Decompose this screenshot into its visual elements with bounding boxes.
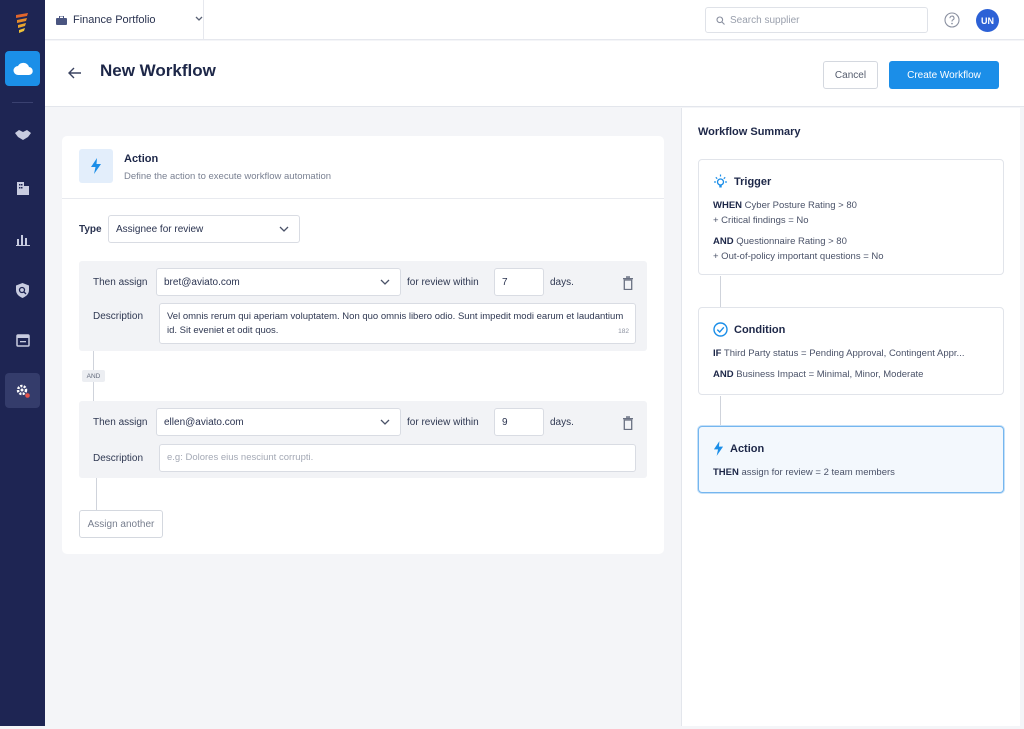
trigger-line-1: WHEN Cyber Posture Rating > 80 (713, 200, 857, 211)
review-within-label: for review within (407, 417, 479, 428)
condition-line-2: AND Business Impact = Minimal, Minor, Mo… (713, 369, 924, 380)
trigger-line-4: + Out-of-policy important questions = No (713, 251, 884, 262)
create-workflow-button[interactable]: Create Workflow (889, 61, 999, 89)
workflow-summary-panel: Workflow Summary Trigger WHEN Cyber Post… (681, 108, 1020, 726)
condition-heading: Condition (713, 322, 785, 337)
action-subtitle: Define the action to execute workflow au… (124, 171, 332, 182)
search-input[interactable] (730, 14, 910, 26)
portfolio-name: Finance Portfolio (73, 14, 156, 26)
assignee-value: ellen@aviato.com (164, 416, 244, 428)
page-header: New Workflow Cancel Create Workflow (45, 41, 1024, 107)
days-label: days. (550, 277, 574, 288)
sidebar-item-settings[interactable] (5, 373, 40, 408)
assign-another-button[interactable]: Assign another (79, 510, 163, 538)
chart-icon (15, 235, 30, 246)
sidebar-divider (12, 102, 33, 103)
cloud-icon (13, 62, 33, 75)
trigger-title: Trigger (734, 175, 772, 188)
back-arrow-icon[interactable] (67, 65, 83, 81)
trigger-heading: Trigger (713, 174, 771, 189)
search-box[interactable] (705, 7, 928, 33)
check-circle-icon (713, 322, 728, 337)
sidebar-item-analytics[interactable] (5, 222, 40, 257)
portfolio-selector[interactable]: Finance Portfolio (56, 0, 203, 40)
action-heading: Action (713, 441, 764, 456)
review-within-label: for review within (407, 277, 479, 288)
assign-connector (96, 478, 97, 510)
description-input[interactable]: e.g: Dolores eius nesciunt corrupti. (159, 444, 636, 472)
days-label: days. (550, 417, 574, 428)
type-label: Type (79, 224, 102, 235)
sidebar-item-cloud[interactable] (5, 51, 40, 86)
then-assign-label: Then assign (93, 277, 148, 288)
days-input[interactable]: 7 (494, 268, 544, 296)
days-input[interactable]: 9 (494, 408, 544, 436)
summary-condition-card[interactable]: Condition IF Third Party status = Pendin… (698, 307, 1004, 395)
handshake-icon (14, 129, 31, 140)
summary-trigger-card[interactable]: Trigger WHEN Cyber Posture Rating > 80 +… (698, 159, 1004, 275)
trigger-line-2: + Critical findings = No (713, 215, 809, 226)
search-icon (716, 15, 725, 25)
condition-line-1: IF Third Party status = Pending Approval… (713, 348, 965, 359)
trigger-line-3: AND Questionnaire Rating > 80 (713, 236, 847, 247)
action-summary-title: Action (730, 442, 765, 455)
lightning-icon (91, 158, 101, 174)
settings-icon (16, 384, 30, 398)
action-icon-box (79, 149, 113, 183)
and-connector-bottom (93, 382, 94, 401)
trash-icon[interactable] (622, 416, 634, 430)
summary-connector-1 (720, 276, 721, 307)
building-icon (16, 182, 29, 195)
chevron-down-icon (380, 279, 390, 285)
summary-connector-2 (720, 396, 721, 426)
and-connector-top (93, 351, 94, 370)
assignee-value: bret@aviato.com (164, 276, 240, 288)
action-card: Action Define the action to execute work… (62, 136, 664, 554)
sidebar-item-calendar[interactable] (5, 322, 40, 357)
calendar-icon (15, 333, 30, 347)
description-label: Description (93, 311, 144, 322)
description-placeholder: e.g: Dolores eius nesciunt corrupti. (167, 452, 314, 463)
action-card-header: Action Define the action to execute work… (62, 136, 664, 199)
user-avatar[interactable]: UN (976, 9, 999, 32)
assignee-select[interactable]: ellen@aviato.com (156, 408, 401, 436)
summary-title: Workflow Summary (698, 126, 801, 138)
top-bar: Finance Portfolio UN (45, 0, 1024, 40)
topbar-divider (203, 0, 204, 40)
condition-title: Condition (734, 323, 786, 336)
lightning-icon (713, 441, 724, 456)
action-title: Action (124, 153, 159, 165)
assignment-block-1: Then assign bret@aviato.com for review w… (79, 261, 647, 351)
page-title: New Workflow (100, 61, 216, 80)
cancel-button[interactable]: Cancel (823, 61, 878, 89)
chevron-down-icon (380, 419, 390, 425)
type-select[interactable]: Assignee for review (108, 215, 300, 243)
assignment-block-2: Then assign ellen@aviato.com for review … (79, 401, 647, 478)
lightbulb-icon (714, 174, 727, 188)
help-icon[interactable] (944, 12, 960, 28)
sidebar-item-partners[interactable] (5, 117, 40, 152)
briefcase-icon (56, 15, 67, 25)
sidebar-item-companies[interactable] (5, 170, 40, 205)
description-text: Vel omnis rerum qui aperiam voluptatem. … (167, 311, 624, 336)
and-badge: AND (82, 370, 105, 382)
action-line-1: THEN assign for review = 2 team members (713, 467, 895, 478)
sidebar (0, 0, 45, 726)
summary-action-card[interactable]: Action THEN assign for review = 2 team m… (698, 426, 1004, 493)
char-counter: 182 (618, 328, 629, 335)
type-select-value: Assignee for review (116, 223, 204, 235)
assignee-select[interactable]: bret@aviato.com (156, 268, 401, 296)
app-logo[interactable] (14, 12, 30, 36)
search-shield-icon (16, 283, 29, 298)
sidebar-item-assessments[interactable] (5, 273, 40, 308)
chevron-down-icon (279, 226, 289, 232)
description-textarea[interactable]: Vel omnis rerum qui aperiam voluptatem. … (159, 303, 636, 344)
trash-icon[interactable] (622, 276, 634, 290)
then-assign-label: Then assign (93, 417, 148, 428)
description-label: Description (93, 453, 144, 464)
